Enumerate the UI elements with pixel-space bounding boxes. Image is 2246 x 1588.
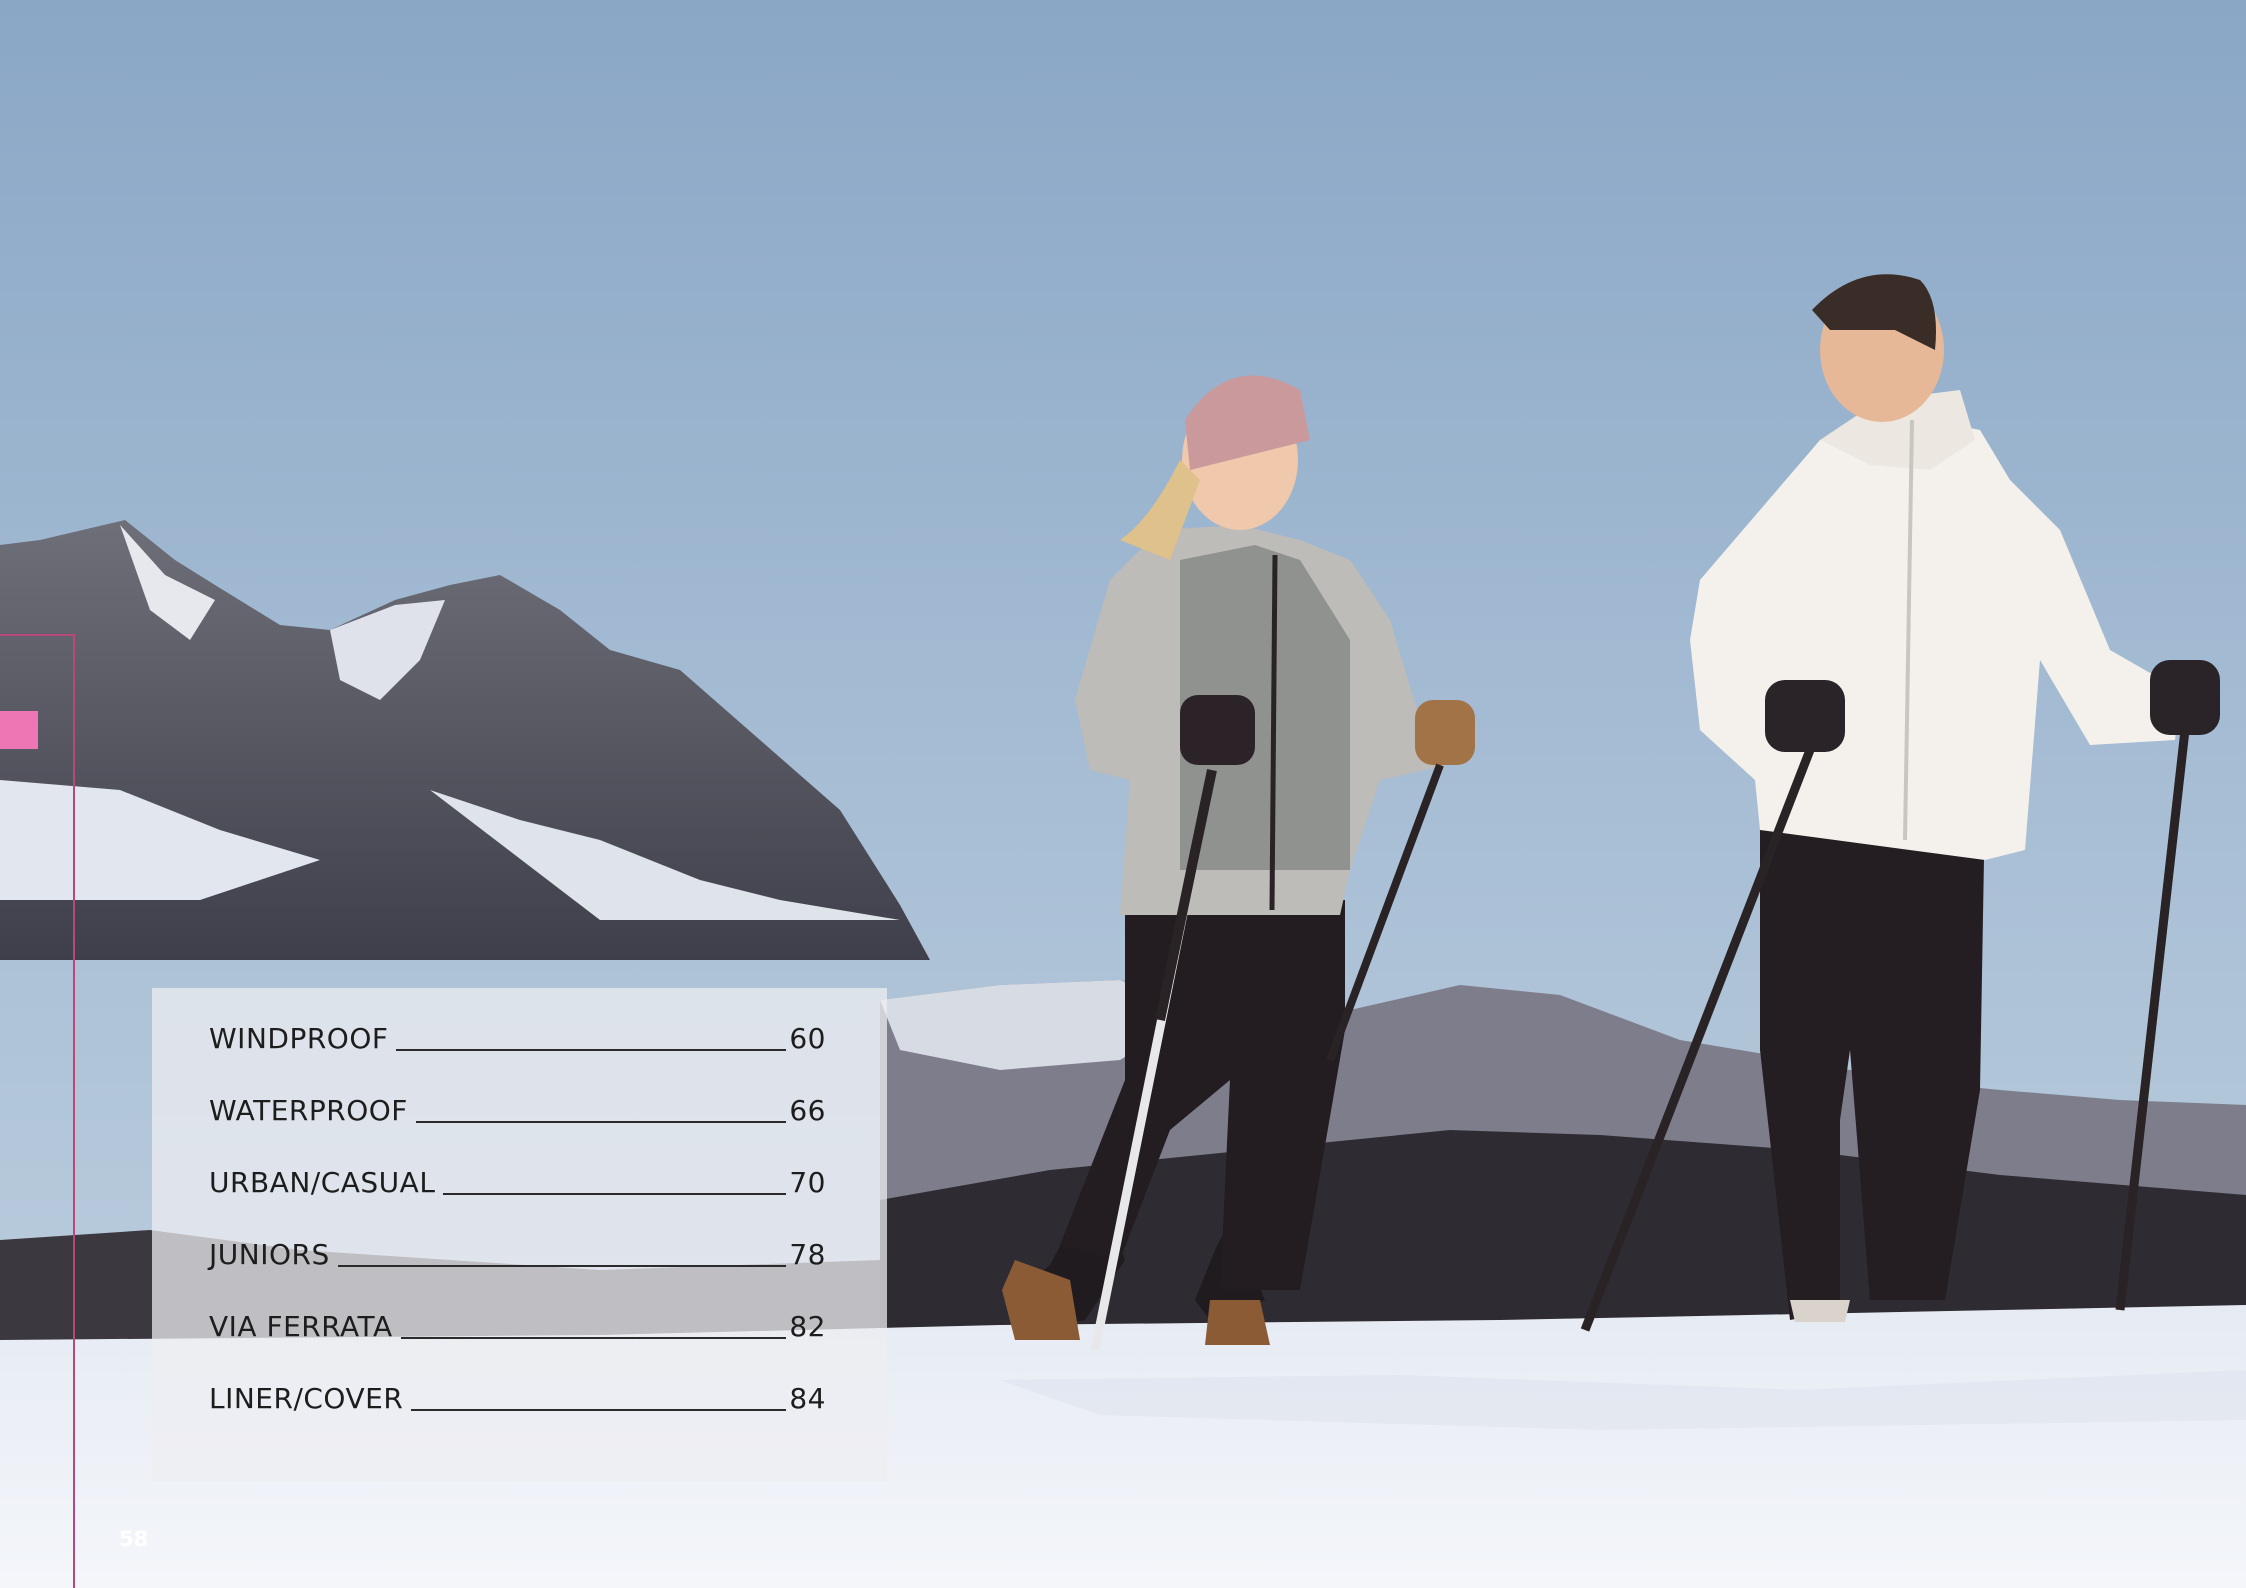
- margin-line: [73, 634, 75, 1588]
- toc-entry-windproof[interactable]: WINDPROOF 60: [209, 1015, 826, 1055]
- toc-page: 82: [789, 1310, 826, 1343]
- toc-page: 78: [789, 1238, 826, 1271]
- page-number: 58: [119, 1527, 149, 1551]
- toc-leader: [443, 1192, 787, 1195]
- toc-entry-liner-cover[interactable]: LINER/COVER 84: [209, 1375, 826, 1415]
- toc-label: WINDPROOF: [209, 1022, 389, 1055]
- section-tab-marker: [0, 711, 38, 749]
- toc-leader: [415, 1120, 787, 1123]
- toc-page: 60: [789, 1022, 826, 1055]
- toc-label: WATERPROOF: [209, 1094, 408, 1127]
- toc-entry-urban-casual[interactable]: URBAN/CASUAL 70: [209, 1159, 826, 1199]
- table-of-contents: WINDPROOF 60 WATERPROOF 66 URBAN/CASUAL …: [152, 988, 887, 1481]
- toc-entry-via-ferrata[interactable]: VIA FERRATA 82: [209, 1303, 826, 1343]
- toc-page: 70: [789, 1166, 826, 1199]
- toc-label: URBAN/CASUAL: [209, 1166, 436, 1199]
- toc-entry-juniors[interactable]: JUNIORS 78: [209, 1231, 826, 1271]
- toc-page: 84: [789, 1382, 826, 1415]
- toc-page: 66: [789, 1094, 826, 1127]
- toc-label: JUNIORS: [209, 1238, 330, 1271]
- toc-leader: [411, 1408, 787, 1411]
- toc-leader: [337, 1264, 787, 1267]
- toc-label: VIA FERRATA: [209, 1310, 393, 1343]
- toc-leader: [396, 1048, 787, 1051]
- toc-entry-waterproof[interactable]: WATERPROOF 66: [209, 1087, 826, 1127]
- toc-label: LINER/COVER: [209, 1382, 404, 1415]
- toc-leader: [400, 1336, 787, 1339]
- margin-tick: [0, 634, 75, 636]
